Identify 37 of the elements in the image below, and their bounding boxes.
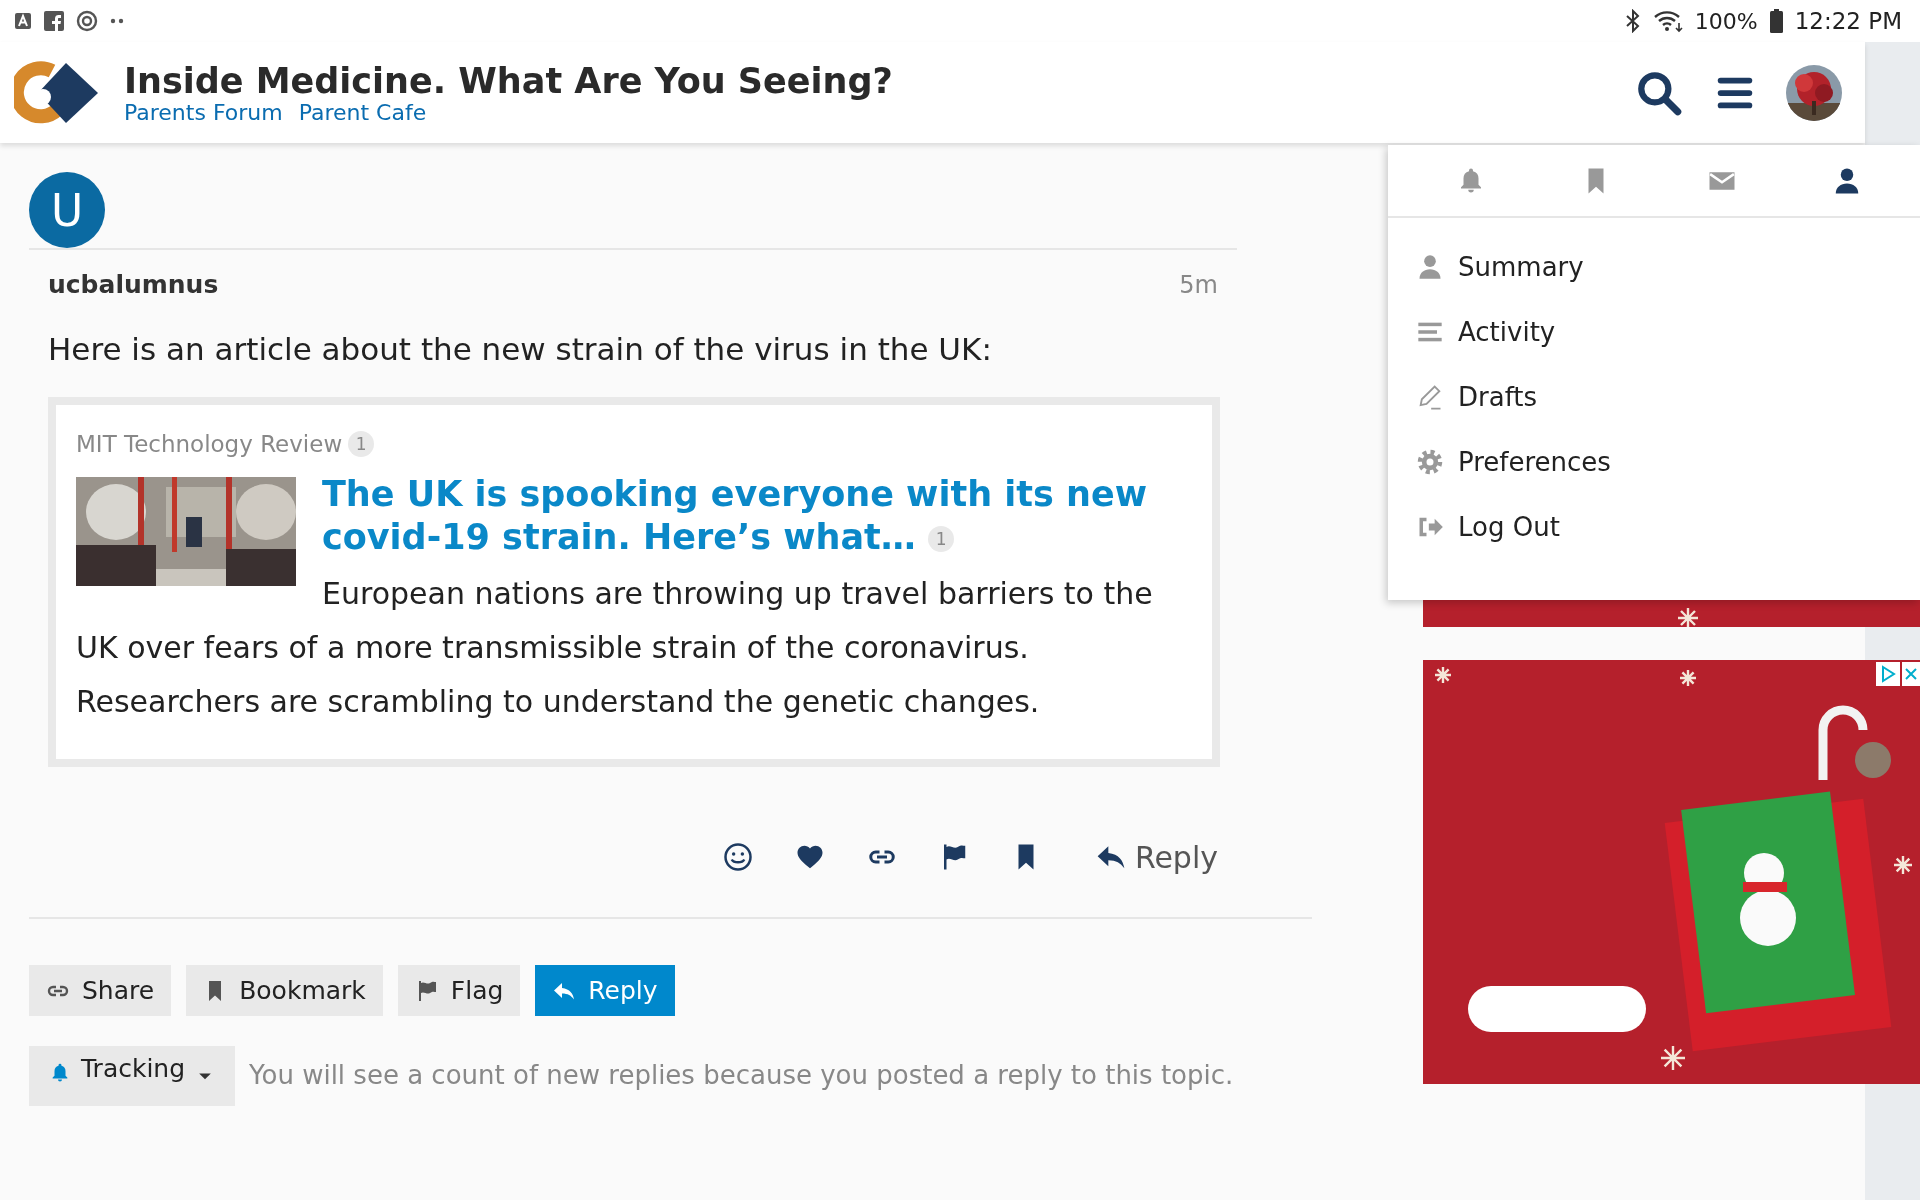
battery-percentage: 100% [1694, 8, 1758, 34]
user-avatar[interactable]: U [29, 172, 105, 248]
article-title-link[interactable]: The UK is spooking everyone with its new covid-19 strain. Here’s what… 1 [76, 473, 1188, 559]
reply-button[interactable]: Reply [535, 965, 675, 1016]
source-name: MIT Technology Review [76, 431, 343, 457]
tracking-button[interactable]: Tracking [29, 1046, 236, 1106]
close-icon[interactable] [1902, 662, 1920, 686]
menu-item[interactable]: Summary [1388, 234, 1920, 299]
category-link[interactable]: Parents Forum [124, 100, 283, 125]
click-count: 1 [348, 431, 375, 457]
menu-item[interactable]: Preferences [1388, 429, 1920, 494]
bluetooth-icon [1624, 9, 1641, 33]
settings-icon [1416, 447, 1444, 476]
more-icon [110, 18, 124, 24]
ad-info-icon[interactable] [1876, 662, 1900, 686]
tracking-note: You will see a count of new replies because you posted a reply to this topic. [249, 1060, 1234, 1090]
wifi-icon [1652, 9, 1683, 33]
facebook-icon [44, 11, 64, 31]
click-count: 1 [928, 526, 955, 552]
share-button[interactable]: Share [29, 965, 172, 1016]
article-description: European nations are throwing up travel barriers to the UK over fears of a more transmissible strain of the coronavirus. Researchers are scrambling to understand the genetic changes. [76, 575, 1154, 721]
clock: 12:22 PM [1794, 8, 1902, 34]
menu-item[interactable]: Drafts [1388, 364, 1920, 429]
flag-button[interactable]: Flag [397, 965, 521, 1016]
reply-button[interactable]: Reply [1094, 833, 1218, 881]
post-text: Here is an article about the new strain of the virus in the UK: [48, 331, 993, 367]
post-age: 5m [1179, 270, 1218, 299]
circle-app-icon [76, 10, 98, 32]
bookmark-button[interactable]: Bookmark [186, 965, 383, 1016]
menu-item[interactable]: Log Out [1388, 494, 1920, 559]
category-link[interactable]: Parent Cafe [298, 100, 427, 125]
menu-item[interactable]: Activity [1388, 299, 1920, 364]
emoji-icon [722, 842, 753, 872]
username[interactable]: ucbalumnus [48, 270, 219, 299]
site-title: Inside Medicine. What Are You Seeing? [124, 60, 893, 102]
app-notification-icon [14, 12, 32, 30]
battery-icon [1769, 9, 1783, 33]
